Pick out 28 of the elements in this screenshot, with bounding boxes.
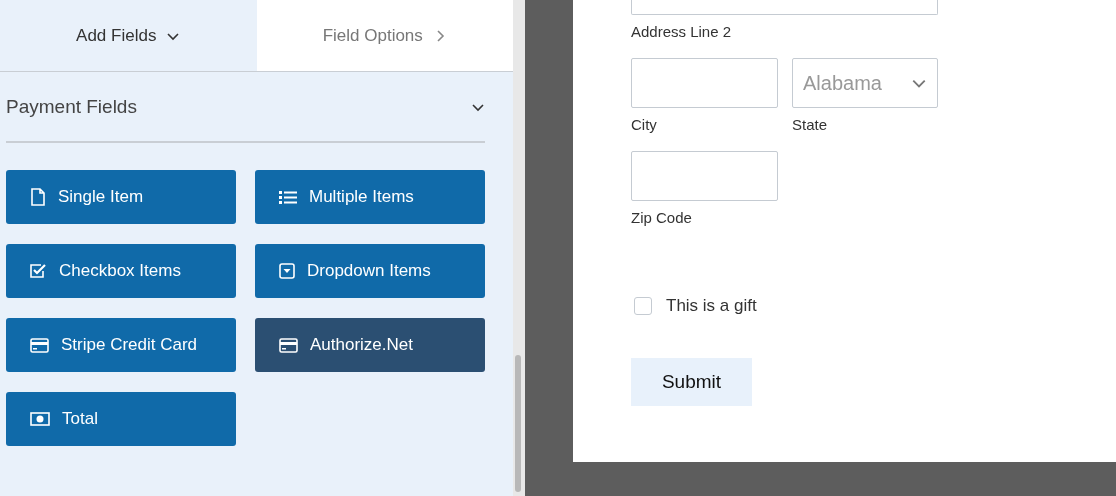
input-field[interactable] xyxy=(631,151,778,201)
credit-card-icon xyxy=(279,337,298,353)
field-button[interactable]: Multiple Items xyxy=(255,170,485,224)
input-field[interactable] xyxy=(631,0,938,15)
scrollbar[interactable] xyxy=(513,0,525,496)
section-title: Payment Fields xyxy=(6,95,137,118)
section-header[interactable]: Payment Fields xyxy=(6,72,485,143)
tab[interactable]: Field Options xyxy=(256,0,513,71)
field-label: Address Line 2 xyxy=(631,23,733,40)
document-icon xyxy=(30,188,46,206)
input-field[interactable] xyxy=(631,58,778,108)
dropdown-icon xyxy=(279,263,295,279)
credit-card-icon xyxy=(30,337,49,353)
checkbox[interactable] xyxy=(634,297,652,315)
field-button[interactable]: Authorize.Net xyxy=(255,318,485,372)
field-button[interactable]: Dropdown Items xyxy=(255,244,485,298)
field-label: State xyxy=(792,116,829,133)
submit-button[interactable]: Submit xyxy=(631,358,752,406)
checkbox-label: This is a gift xyxy=(666,296,757,316)
field-button[interactable]: Stripe Credit Card xyxy=(6,318,236,372)
banknote-icon xyxy=(30,412,50,426)
field-button[interactable]: Checkbox Items xyxy=(6,244,236,298)
field-button[interactable]: Total xyxy=(6,392,236,446)
field-button[interactable]: Single Item xyxy=(6,170,236,224)
field-label: City xyxy=(631,116,658,133)
field-label: Zip Code xyxy=(631,209,693,226)
list-icon xyxy=(279,190,297,204)
checkbox-icon xyxy=(30,263,47,279)
